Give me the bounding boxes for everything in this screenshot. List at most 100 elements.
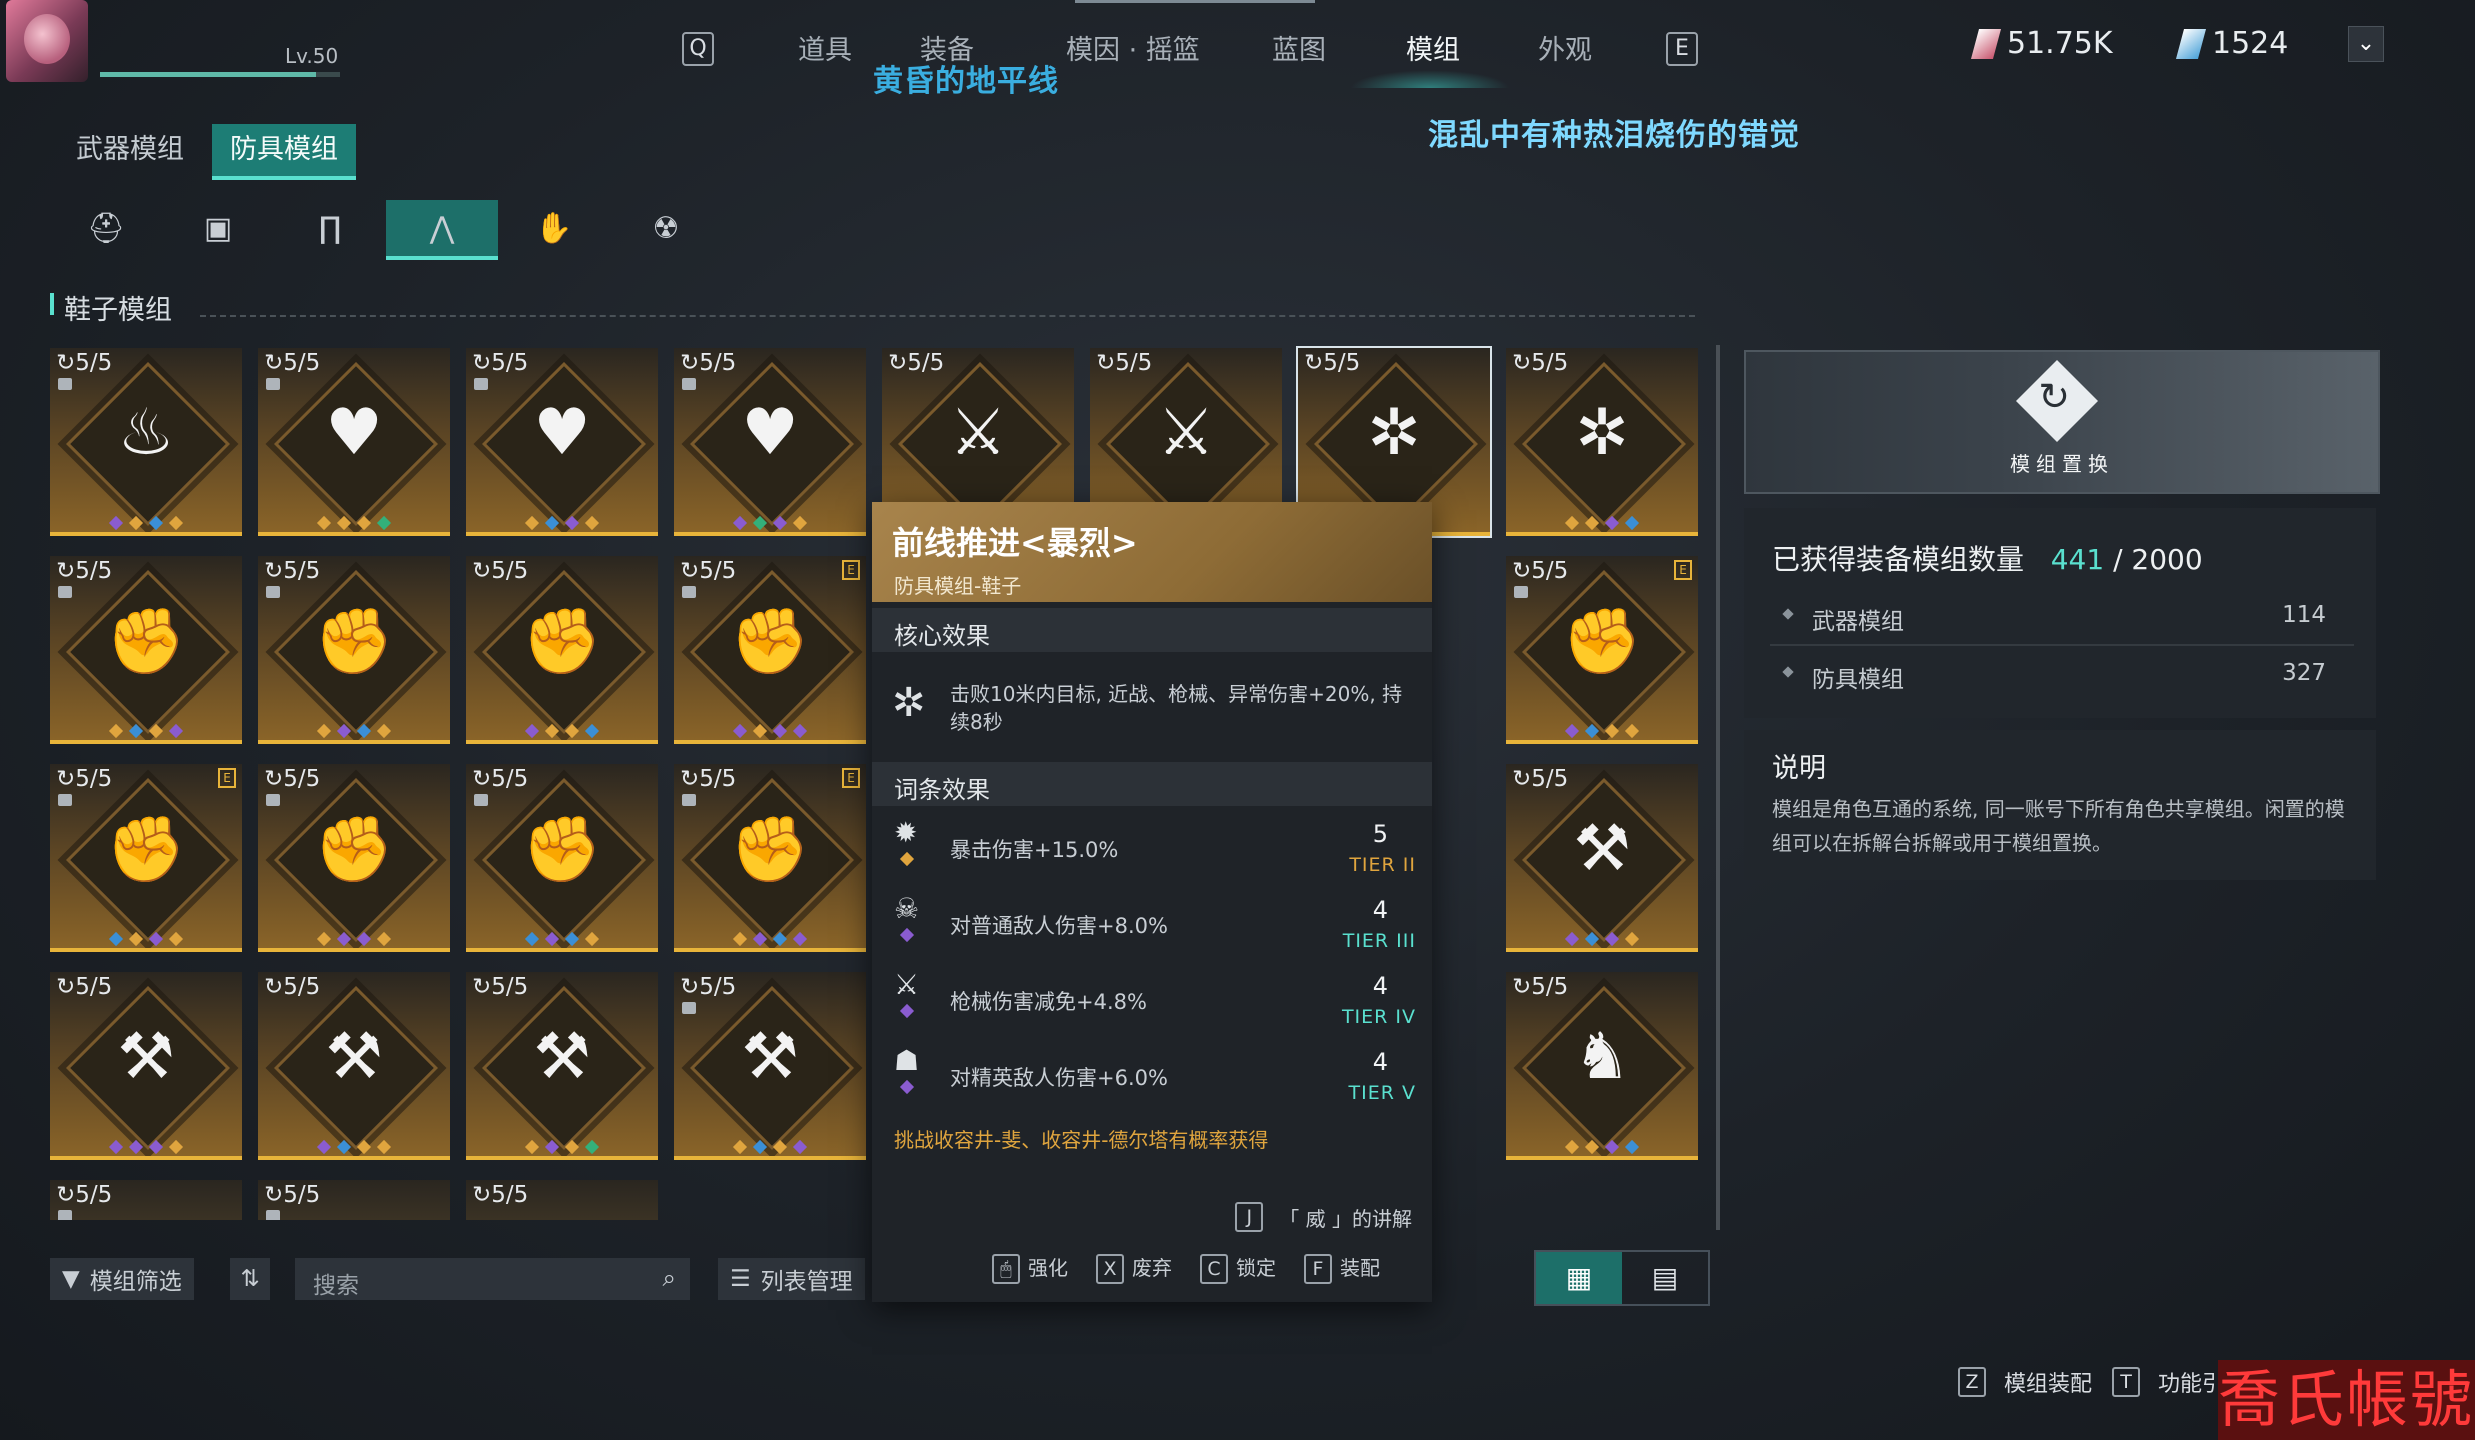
rarity-dot	[1624, 723, 1640, 739]
upgrade-count: ↻5/5	[1304, 350, 1361, 376]
affix-tier: TIER II	[1349, 854, 1416, 876]
mod-count-panel: 已获得装备模组数量 441 / 2000 武器模组 114 防具模组 327	[1744, 508, 2376, 718]
rarity-dot	[1604, 931, 1620, 947]
lock-icon	[266, 1210, 280, 1220]
currency-premium-value: 51.75K	[2007, 26, 2113, 61]
nav-tab-0[interactable]: 道具	[798, 28, 852, 67]
nav-tab-3[interactable]: 蓝图	[1272, 28, 1326, 67]
stat-row-armor: 防具模组 327	[1770, 646, 2354, 702]
module-card[interactable]: ↻5/5 ♞	[1506, 972, 1698, 1160]
module-card[interactable]: ↻5/5	[258, 1180, 450, 1220]
action-1[interactable]: X 废弃	[1096, 1252, 1172, 1284]
stat-label: 武器模组	[1812, 609, 1904, 635]
rarity-dot	[732, 1139, 748, 1155]
mod-count-current: 441	[2050, 543, 2105, 576]
affix-row: ☠ 对普通敌人伤害+8.0% 4 TIER III	[872, 886, 1432, 958]
sort-button[interactable]: ⇅	[230, 1258, 270, 1300]
affix-tier: TIER III	[1342, 930, 1416, 952]
rarity-dot	[356, 1139, 372, 1155]
module-card[interactable]: ↻5/5 ✊	[258, 556, 450, 744]
subtitle-right: 混乱中有种热泪烧伤的错觉	[1428, 118, 1800, 153]
rarity-dot	[772, 515, 788, 531]
explain-key: J	[1235, 1202, 1264, 1232]
upgrade-count: ↻5/5	[680, 558, 737, 584]
rarity-dot	[584, 515, 600, 531]
module-card[interactable]: ↻5/5 ♥	[466, 348, 658, 536]
tab-weapon-mods[interactable]: 武器模组	[58, 124, 202, 176]
boots-icon[interactable]: ⋀	[386, 200, 498, 260]
module-card[interactable]: ↻5/5 ✲	[1506, 348, 1698, 536]
module-card[interactable]: ↻5/5 ⚒	[466, 972, 658, 1160]
rarity-dot	[316, 1139, 332, 1155]
grid-view-icon[interactable]: ▦	[1536, 1252, 1622, 1304]
module-card[interactable]: ↻5/5 ♥	[258, 348, 450, 536]
rarity-dots	[674, 931, 866, 947]
pants-icon[interactable]: ∏	[274, 200, 386, 256]
affix-header-label: 词条效果	[894, 776, 990, 804]
filter-label: 模组筛选	[89, 1269, 182, 1295]
module-card[interactable]: ↻5/5 ⚒	[258, 972, 450, 1160]
footer-mod-equip[interactable]: Z 模组装配	[1958, 1366, 2092, 1398]
module-card[interactable]: ↻5/5	[466, 1180, 658, 1220]
chevron-down-icon[interactable]: ⌄	[2348, 26, 2384, 62]
filter-button[interactable]: ▼ 模组筛选	[50, 1258, 194, 1300]
module-card[interactable]: ↻5/5 ✊	[466, 556, 658, 744]
rarity-dot	[376, 723, 392, 739]
affix-tier: TIER V	[1348, 1082, 1416, 1104]
rifleman-star-icon: ⚔	[949, 396, 1007, 470]
player-avatar[interactable]	[6, 0, 88, 82]
explain-button[interactable]: J 「 威 」的讲解	[1235, 1202, 1412, 1232]
armor-icon[interactable]: ▣	[162, 200, 274, 256]
footer-function-guide[interactable]: T 功能引	[2112, 1366, 2224, 1398]
module-card[interactable]: ↻5/5 E ✊	[50, 764, 242, 952]
nav-prev-key[interactable]: Q	[682, 32, 714, 66]
mod-exchange-banner[interactable]: ↻ 模组置换	[1744, 350, 2380, 494]
action-2[interactable]: C 锁定	[1200, 1252, 1276, 1284]
module-card[interactable]: ↻5/5	[50, 1180, 242, 1220]
bullet-icon	[1782, 666, 1794, 678]
fire-fist-icon: ✊	[106, 813, 186, 887]
module-card[interactable]: ↻5/5 ✊	[466, 764, 658, 952]
rarity-dot	[128, 515, 144, 531]
affix-row: ☗ 对精英敌人伤害+6.0% 4 TIER V	[872, 1038, 1432, 1110]
module-card[interactable]: ↻5/5 ♨	[50, 348, 242, 536]
nav-tab-4[interactable]: 模组	[1406, 28, 1460, 67]
refresh-icon: ↻	[2015, 359, 2099, 443]
nav-next-key[interactable]: E	[1666, 32, 1698, 66]
module-card[interactable]: ↻5/5 ⚒	[674, 972, 866, 1160]
module-card[interactable]: ↻5/5 ♥	[674, 348, 866, 536]
module-card[interactable]: ↻5/5 E ✊	[1506, 556, 1698, 744]
upgrade-count: ↻5/5	[1512, 974, 1569, 1000]
action-3[interactable]: F 装配	[1304, 1252, 1380, 1284]
nav-tab-2[interactable]: 模因 · 摇篮	[1066, 28, 1200, 67]
rarity-dot	[336, 931, 352, 947]
upgrade-count: ↻5/5	[680, 766, 737, 792]
grid-scrollbar[interactable]	[1716, 345, 1720, 1230]
list-manage-button[interactable]: ☰ 列表管理	[718, 1258, 865, 1300]
rarity-dots	[50, 1139, 242, 1155]
module-card[interactable]: ↻5/5 ✊	[258, 764, 450, 952]
tab-armor-mods[interactable]: 防具模组	[212, 124, 356, 180]
search-input[interactable]: 搜索 ⌕	[295, 1258, 690, 1300]
lock-icon	[474, 378, 488, 390]
helmet-icon[interactable]: ⛑	[50, 200, 162, 256]
rarity-dots	[674, 723, 866, 739]
module-card[interactable]: ↻5/5 ✊	[50, 556, 242, 744]
upgrade-count: ↻5/5	[1512, 766, 1569, 792]
module-card[interactable]: ↻5/5 ⚒	[1506, 764, 1698, 952]
list-view-icon[interactable]: ▤	[1622, 1252, 1708, 1304]
action-0[interactable]: 🖱 强化	[992, 1252, 1068, 1284]
mod-count-total: / 2000	[2113, 543, 2203, 576]
module-card[interactable]: ↻5/5 E ✊	[674, 556, 866, 744]
nav-tab-5[interactable]: 外观	[1538, 28, 1592, 67]
rarity-dot	[732, 931, 748, 947]
mask-icon[interactable]: ☢	[610, 200, 722, 256]
upgrade-count: ↻5/5	[472, 558, 529, 584]
module-card[interactable]: ↻5/5 E ✊	[674, 764, 866, 952]
rarity-dots	[674, 1139, 866, 1155]
gloves-icon[interactable]: ✋	[498, 200, 610, 256]
bullet-icon	[1782, 608, 1794, 620]
module-card[interactable]: ↻5/5 ⚒	[50, 972, 242, 1160]
rarity-dot	[752, 931, 768, 947]
nav-top-divider	[1075, 0, 1315, 3]
